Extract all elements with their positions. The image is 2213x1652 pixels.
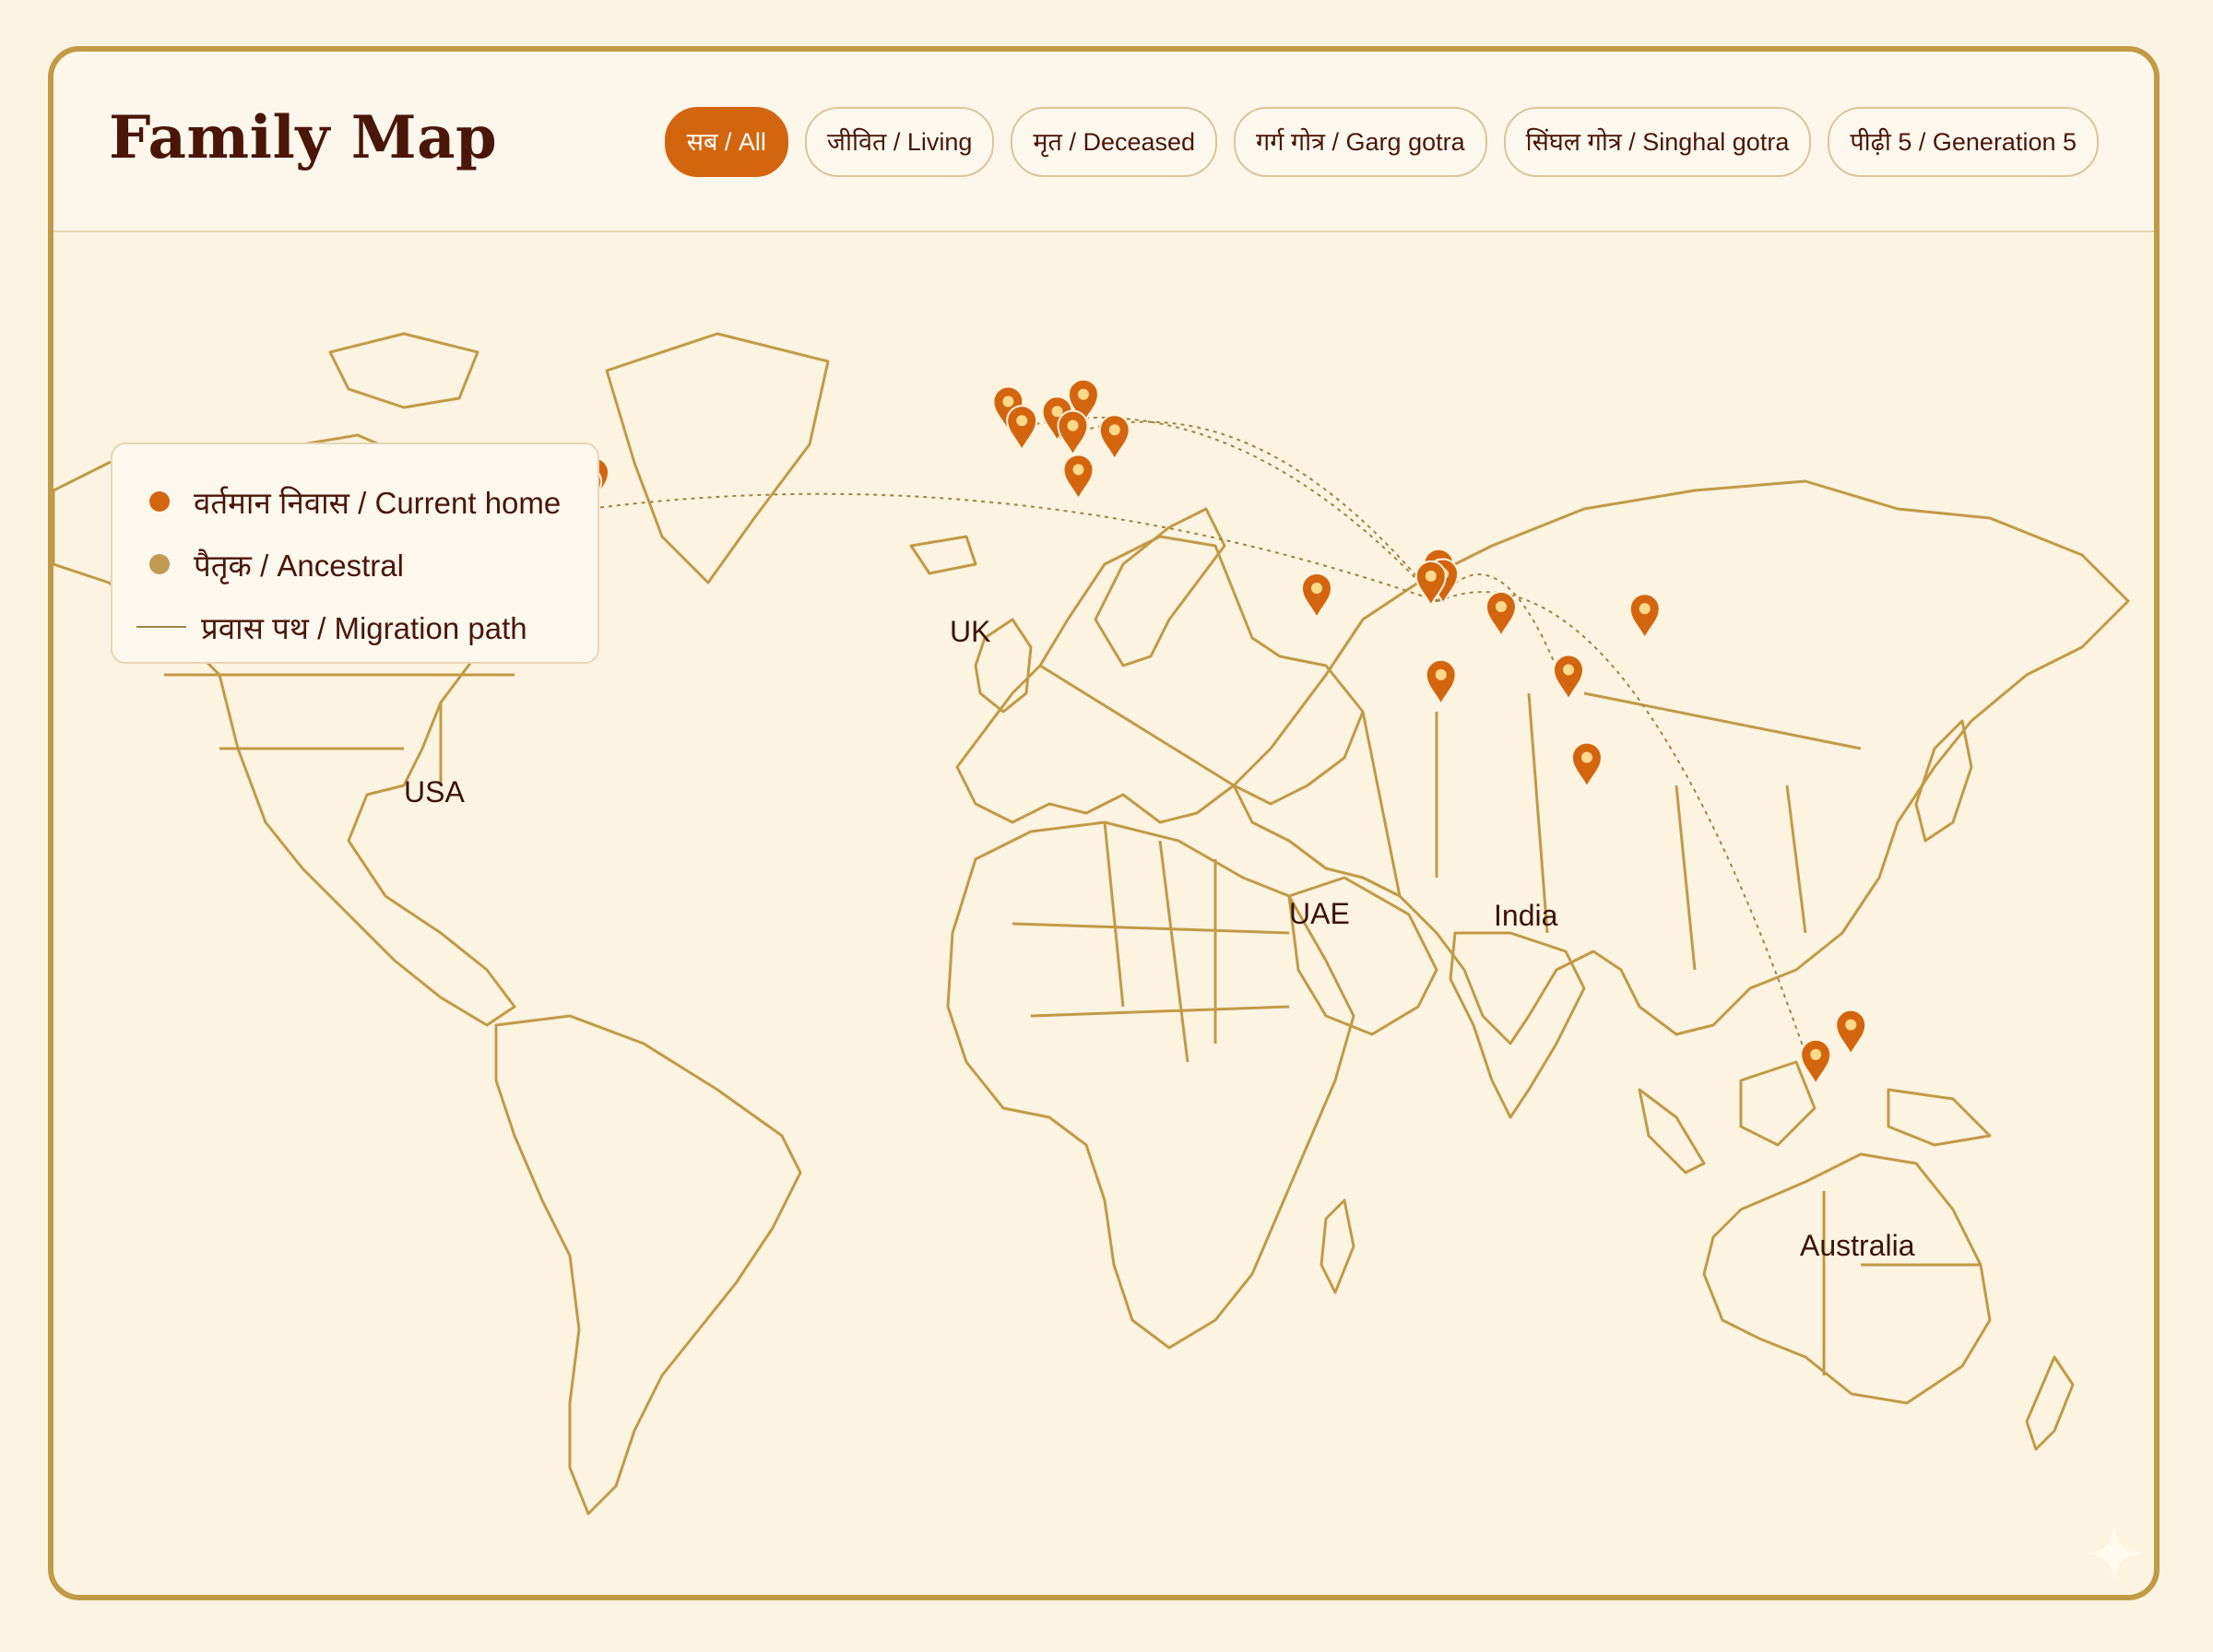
sparkle-icon bbox=[2084, 1523, 2145, 1584]
family-map-card: Family Map सब / All जीवित / Living मृत /… bbox=[48, 46, 2160, 1600]
map-pin-icon[interactable] bbox=[1425, 658, 1457, 707]
landmass-madagascar bbox=[1320, 1198, 1355, 1294]
map-pin-icon[interactable] bbox=[1800, 1038, 1832, 1087]
region-label-australia: Australia bbox=[1800, 1229, 1915, 1262]
map-legend: वर्तमान निवास / Current home पैतृक / Anc… bbox=[111, 442, 599, 664]
legend-item-migration-path: प्रवास पथ / Migration path bbox=[136, 596, 598, 658]
page-title: Family Map bbox=[109, 103, 498, 172]
border-lines bbox=[164, 664, 1981, 1375]
world-map-canvas[interactable]: USA UK UAE India Australia bbox=[53, 232, 2154, 1595]
landmass-europe bbox=[955, 535, 1365, 824]
legend-label-ancestral: पैतृक / Ancestral bbox=[194, 548, 404, 583]
landmass-sumatra bbox=[1638, 1088, 1706, 1174]
world-map[interactable]: USA UK UAE India Australia वर्तमान निवास… bbox=[53, 232, 2154, 1595]
region-label-uae: UAE bbox=[1289, 897, 1350, 930]
landmass-india bbox=[1449, 931, 1586, 1119]
landmass-iceland bbox=[909, 535, 977, 575]
region-labels: USA UK UAE India Australia bbox=[404, 615, 1915, 1262]
map-pin-icon[interactable] bbox=[1062, 454, 1095, 502]
landmass-new-zealand bbox=[2025, 1355, 2075, 1451]
map-pin-icon[interactable] bbox=[1006, 405, 1038, 453]
migration-path-line-icon bbox=[136, 626, 186, 628]
legend-item-ancestral: पैतृक / Ancestral bbox=[136, 533, 598, 596]
filter-chip-group: सब / All जीवित / Living मृत / Deceased ग… bbox=[664, 107, 2099, 177]
legend-label-migration-path: प्रवास पथ / Migration path bbox=[201, 610, 527, 645]
landmass-new-guinea bbox=[1887, 1088, 1992, 1147]
current-home-dot-icon bbox=[149, 491, 170, 512]
filter-chip-singhal-gotra[interactable]: सिंघल गोत्र / Singhal gotra bbox=[1503, 107, 1812, 177]
landmass-scandinavia bbox=[1094, 507, 1226, 667]
map-pin-icon[interactable] bbox=[1628, 593, 1661, 641]
ancestral-dot-icon bbox=[149, 554, 170, 574]
landmass-canada-islands bbox=[328, 332, 479, 409]
map-pin-icon[interactable] bbox=[1057, 409, 1089, 457]
landmass-asia bbox=[1232, 479, 2130, 1045]
landmass-greenland bbox=[605, 332, 830, 584]
header: Family Map सब / All जीवित / Living मृत /… bbox=[53, 52, 2154, 232]
filter-chip-deceased[interactable]: मृत / Deceased bbox=[1011, 107, 1218, 177]
landmass-south-america bbox=[494, 1014, 802, 1516]
region-label-usa: USA bbox=[404, 775, 465, 808]
filter-chip-garg-gotra[interactable]: गर्ग गोत्र / Garg gotra bbox=[1234, 107, 1487, 177]
map-pin-icon[interactable] bbox=[1835, 1009, 1867, 1056]
map-pin-icon[interactable] bbox=[1098, 414, 1130, 462]
migration-paths bbox=[587, 417, 1817, 1085]
landmass-australia bbox=[1702, 1152, 1992, 1405]
map-pin-icon[interactable] bbox=[1553, 654, 1585, 702]
region-label-uk: UK bbox=[950, 615, 990, 648]
filter-chip-generation-5[interactable]: पीढ़ी 5 / Generation 5 bbox=[1828, 107, 2099, 177]
map-pin-icon[interactable] bbox=[1485, 590, 1517, 639]
region-label-india: India bbox=[1494, 899, 1558, 932]
filter-chip-living[interactable]: जीवित / Living bbox=[804, 107, 995, 177]
map-pin-icon[interactable] bbox=[1570, 741, 1603, 789]
legend-label-current-home: वर्तमान निवास / Current home bbox=[194, 485, 562, 520]
filter-chip-all[interactable]: सब / All bbox=[664, 107, 788, 177]
legend-item-current-home: वर्तमान निवास / Current home bbox=[136, 470, 598, 533]
migration-path-australia bbox=[1437, 591, 1817, 1085]
map-pin-icon[interactable] bbox=[1301, 572, 1333, 620]
landmass-borneo bbox=[1739, 1060, 1817, 1147]
landmass-japan bbox=[1914, 719, 1973, 843]
